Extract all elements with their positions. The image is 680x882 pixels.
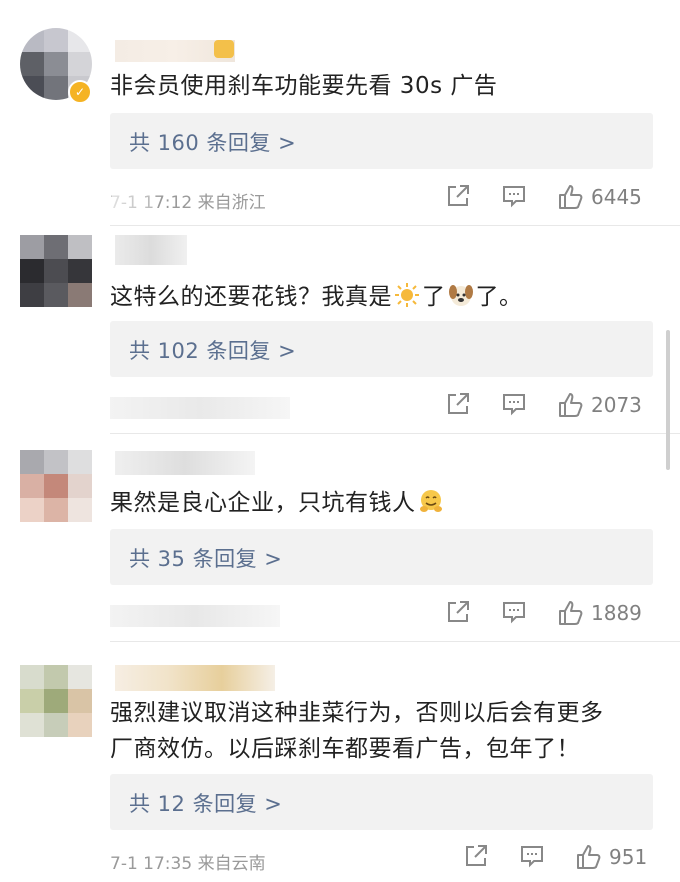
comment-icon[interactable] [501,391,527,417]
reply-summary[interactable]: 共 102 条回复 > [110,321,653,377]
comment-text-part: 这特么的还要花钱？我真是 [110,284,392,310]
comment-actions: 1889 [445,599,655,629]
comment-text-part: 了。 [475,284,523,310]
scrollbar[interactable] [666,330,670,470]
verified-badge-icon: ✓ [68,80,92,104]
username-blurred[interactable] [115,665,275,691]
reply-count-link[interactable]: 共 102 条回复 > [129,335,296,365]
thumbs-up-icon[interactable] [557,391,585,419]
comment-text-part: 果然是良心企业，只坑有钱人 [110,490,416,516]
like-count: 1889 [591,601,642,625]
comment-item: ✓ 非会员使用刹车功能要先看 30s 广告 共 160 条回复 > 7-1 17… [0,0,680,225]
like-count: 951 [609,845,648,869]
comment-text: 强烈建议取消这种韭菜行为，否则以后会有更多 厂商效仿。以后踩刹车都要看广告，包年… [110,695,604,767]
comment-icon[interactable] [519,843,545,869]
comment-text: 果然是良心企业，只坑有钱人 [110,485,446,521]
reply-summary[interactable]: 共 12 条回复 > [110,774,653,830]
meta-blurred [110,397,290,419]
comment-actions: 951 [463,843,655,873]
thumbs-up-icon[interactable] [575,843,603,871]
comment-meta: 7-1 17:35 来自云南 [110,854,266,874]
comment-text-line: 厂商效仿。以后踩刹车都要看广告，包年了！ [110,736,580,762]
meta-blur [112,188,152,210]
like-count: 6445 [591,185,642,209]
meta-blurred [110,605,280,627]
comment-item: 果然是良心企业，只坑有钱人 共 35 条回复 > 1889 [0,433,680,641]
share-icon[interactable] [445,599,471,625]
thumbs-up-icon[interactable] [557,183,585,211]
avatar[interactable] [20,450,92,522]
hugging-face-emoji [419,490,442,512]
comment-text-line: 强烈建议取消这种韭菜行为，否则以后会有更多 [110,700,604,726]
share-icon[interactable] [445,391,471,417]
reply-summary[interactable]: 共 35 条回复 > [110,529,653,585]
comment-text: 这特么的还要花钱？我真是 了 了。 [110,279,523,315]
dog-emoji [448,285,473,306]
avatar[interactable] [20,235,92,307]
share-icon[interactable] [445,183,471,209]
username-blurred[interactable] [115,235,187,265]
username-blurred[interactable] [115,451,255,475]
thumbs-up-icon[interactable] [557,599,585,627]
sun-emoji [395,283,419,307]
comment-text-part: 了 [422,284,446,310]
reply-count-link[interactable]: 共 35 条回复 > [129,543,282,573]
comment-icon[interactable] [501,183,527,209]
comment-icon[interactable] [501,599,527,625]
comment-actions: 2073 [445,391,655,421]
reply-summary[interactable]: 共 160 条回复 > [110,113,653,169]
comment-item: 这特么的还要花钱？我真是 了 了。 共 102 条回复 > 2073 [0,225,680,433]
like-count: 2073 [591,393,642,417]
share-icon[interactable] [463,843,489,869]
comment-item: 强烈建议取消这种韭菜行为，否则以后会有更多 厂商效仿。以后踩刹车都要看广告，包年… [0,641,680,882]
comment-text: 非会员使用刹车功能要先看 30s 广告 [110,73,498,99]
reply-count-link[interactable]: 共 160 条回复 > [129,127,296,157]
reply-count-link[interactable]: 共 12 条回复 > [129,788,282,818]
avatar[interactable] [20,665,92,737]
crown-icon [214,40,234,58]
comment-actions: 6445 [445,183,655,213]
